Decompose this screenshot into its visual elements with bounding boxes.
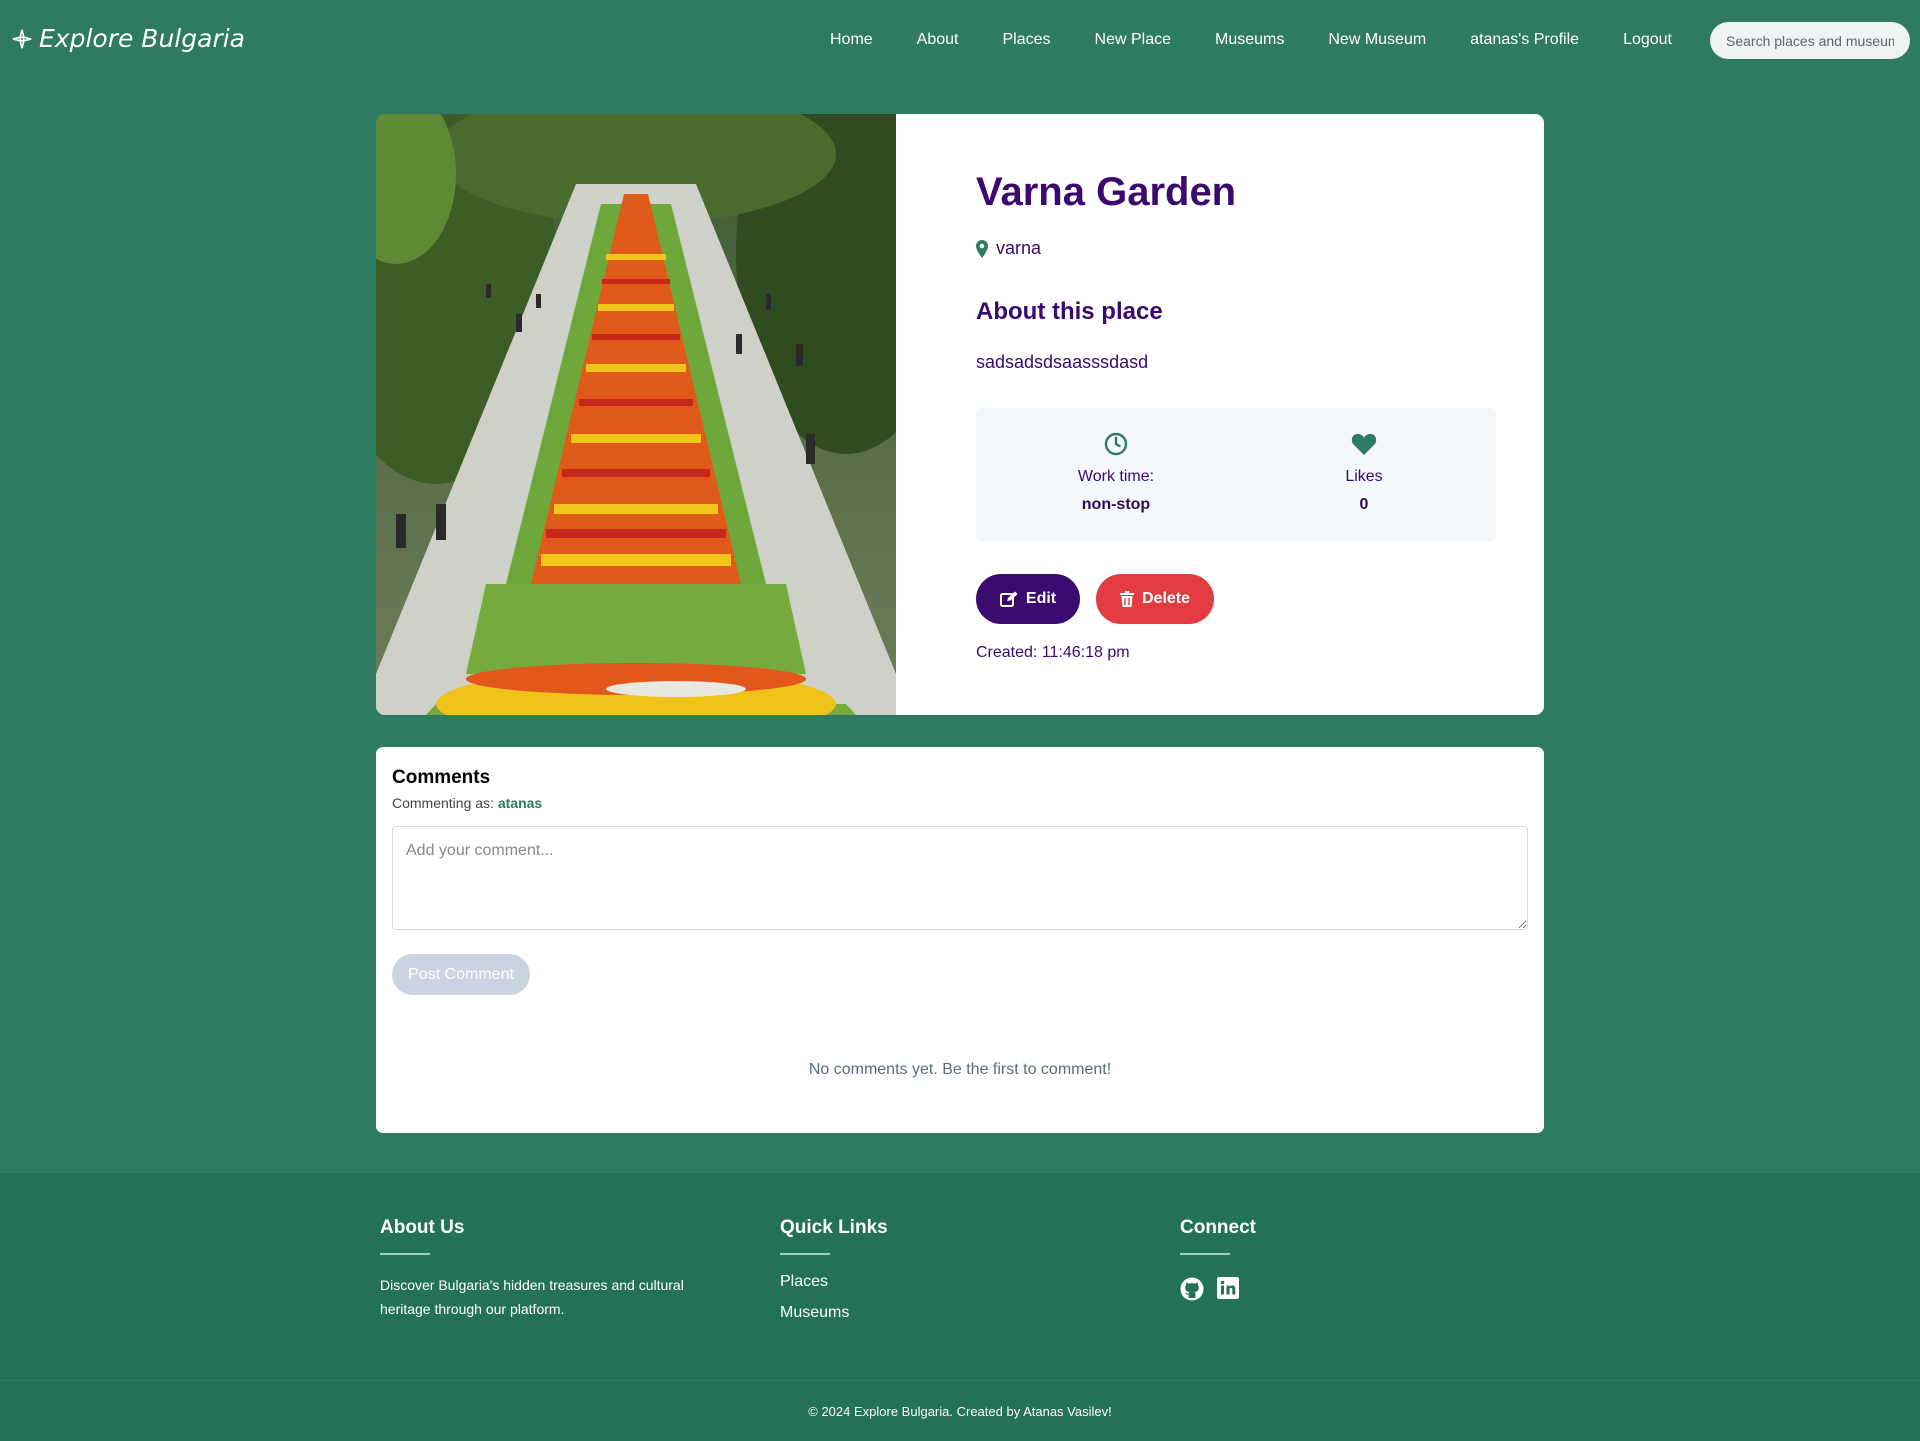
delete-button[interactable]: Delete: [1096, 574, 1214, 624]
work-time-value: non-stop: [1081, 496, 1151, 513]
footer-about-text: Discover Bulgaria's hidden treasures and…: [380, 1277, 684, 1317]
linkedin-icon[interactable]: [1217, 1277, 1239, 1301]
nav-link-about[interactable]: About: [917, 31, 959, 49]
footer-connect: Connect: [1180, 1217, 1256, 1301]
footer-divider: [780, 1253, 830, 1255]
edit-button[interactable]: Edit: [976, 574, 1080, 624]
comments-title: Comments: [392, 767, 491, 788]
footer-link-places[interactable]: Places: [780, 1273, 888, 1291]
work-time-stat: Work time: non-stop: [1016, 430, 1216, 514]
likes-label: Likes: [1345, 468, 1383, 485]
nav-link-new-place[interactable]: New Place: [1095, 31, 1171, 49]
site-logo[interactable]: Explore Bulgaria: [11, 24, 245, 53]
footer-divider: [380, 1253, 430, 1255]
footer-quick-links: Quick Links Places Museums: [780, 1217, 888, 1322]
likes-value: 0: [1359, 496, 1369, 513]
map-pin-icon: [976, 239, 988, 258]
site-logo-text: Explore Bulgaria: [39, 24, 245, 53]
search-input[interactable]: [1710, 22, 1910, 59]
place-location: varna: [976, 238, 1041, 259]
heart-icon[interactable]: [1351, 432, 1377, 456]
no-comments-message: No comments yet. Be the first to comment…: [808, 1061, 1112, 1078]
place-title: Varna Garden: [976, 170, 1237, 214]
compass-icon: [12, 29, 32, 48]
place-card: Varna Garden varna About this place sads…: [376, 114, 1544, 715]
location-text: varna: [996, 238, 1042, 258]
about-heading: About this place: [976, 298, 1163, 325]
nav-link-places[interactable]: Places: [1002, 31, 1050, 49]
place-stats: Work time: non-stop Likes 0: [976, 408, 1496, 542]
footer-about: About Us Discover Bulgaria's hidden trea…: [380, 1217, 710, 1321]
github-icon[interactable]: [1180, 1277, 1204, 1301]
footer-copyright: © 2024 Explore Bulgaria. Created by Atan…: [0, 1380, 1920, 1441]
comments-section: Comments Commenting as: atanas Post Comm…: [376, 747, 1544, 1133]
commenting-user: atanas: [497, 795, 543, 811]
nav-link-new-museum[interactable]: New Museum: [1328, 31, 1426, 49]
work-time-label: Work time:: [1077, 468, 1155, 485]
nav-link-home[interactable]: Home: [830, 31, 873, 49]
edit-button-label: Edit: [1025, 590, 1057, 607]
place-photo: [376, 114, 896, 715]
footer-connect-title: Connect: [1180, 1217, 1256, 1238]
place-description: sadsadsdsaasssdasd: [976, 352, 1149, 372]
commenting-as-label: Commenting as:: [392, 795, 494, 811]
delete-button-label: Delete: [1141, 590, 1191, 607]
footer-link-museums[interactable]: Museums: [780, 1304, 888, 1322]
top-navbar: Explore Bulgaria Home About Places New P…: [0, 0, 1920, 80]
nav-links: Home About Places New Place Museums New …: [786, 0, 1672, 80]
post-comment-button[interactable]: Post Comment: [392, 954, 530, 995]
clock-icon: [1104, 432, 1128, 456]
footer-quick-title: Quick Links: [780, 1217, 888, 1238]
trash-icon: [1119, 591, 1134, 607]
nav-link-profile[interactable]: atanas's Profile: [1470, 31, 1579, 49]
comment-input[interactable]: [392, 826, 1528, 930]
likes-stat: Likes 0: [1264, 430, 1464, 514]
nav-link-logout[interactable]: Logout: [1623, 31, 1672, 49]
edit-icon: [999, 591, 1018, 607]
footer-about-title: About Us: [380, 1217, 465, 1238]
footer: About Us Discover Bulgaria's hidden trea…: [0, 1173, 1920, 1441]
commenting-as: Commenting as: atanas: [392, 795, 542, 811]
created-time: Created: 11:46:18 pm: [976, 644, 1130, 661]
nav-link-museums[interactable]: Museums: [1215, 31, 1284, 49]
footer-divider: [1180, 1253, 1230, 1255]
